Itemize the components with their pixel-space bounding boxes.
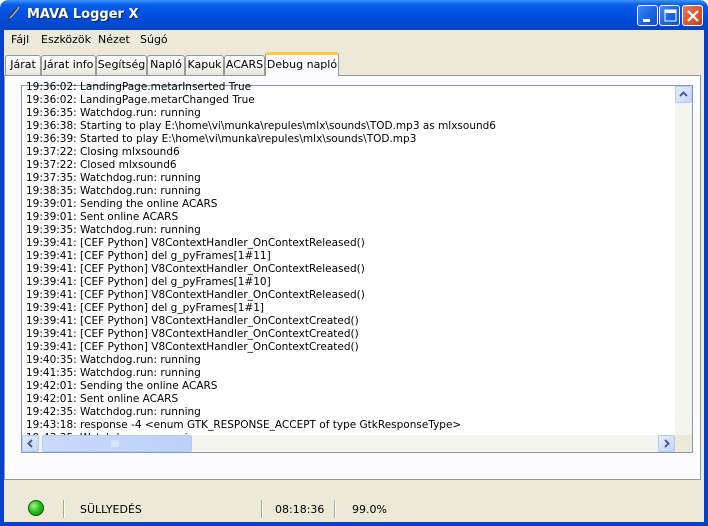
log-line: 19:39:41: [CEF Python] V8ContextHandler_… (26, 341, 359, 353)
log-line: 19:37:22: Closing mlxsound6 (26, 146, 180, 158)
connection-led-icon (28, 500, 44, 516)
log-lines: 19:36:02: LandingPage.metarInserted True… (26, 81, 666, 444)
tab-debug-naplo[interactable]: Debug napló (265, 52, 339, 76)
status-bar: SÜLLYEDÉS 08:18:36 99.0% (4, 495, 704, 522)
log-line: 19:41:35: Watchdog.run: running (26, 367, 201, 379)
close-icon (687, 10, 699, 22)
tab-jarat-info[interactable]: Járat info (41, 55, 96, 75)
log-line: 19:39:41: [CEF Python] V8ContextHandler_… (26, 315, 359, 327)
close-button[interactable] (682, 5, 703, 26)
log-line: 19:39:35: Watchdog.run: running (26, 224, 201, 236)
log-line: 19:42:01: Sending the online ACARS (26, 380, 218, 392)
feather-icon (6, 6, 22, 22)
window-frame-bottom (0, 522, 708, 526)
log-line: 19:39:01: Sent online ACARS (26, 211, 179, 223)
log-line: 19:36:39: Started to play E:\home\vi\mun… (26, 133, 417, 145)
title-bar[interactable]: MAVA Logger X (0, 0, 708, 30)
log-line: 19:37:35: Watchdog.run: running (26, 172, 201, 184)
horizontal-scroll-thumb[interactable] (42, 435, 192, 452)
menu-help[interactable]: Súgó (140, 33, 168, 46)
status-separator (261, 500, 262, 518)
status-separator (334, 500, 335, 518)
log-line: 19:39:41: [CEF Python] del g_pyFrames[1#… (26, 276, 271, 288)
maximize-icon (664, 9, 677, 22)
app-window: MAVA Logger X Fájl Eszközök Nézet Súgó J… (0, 0, 708, 526)
log-line: 19:36:02: LandingPage.metarChanged True (26, 94, 255, 106)
log-line: 19:39:01: Sending the online ACARS (26, 198, 218, 210)
log-line: 19:39:41: [CEF Python] del g_pyFrames[1#… (26, 302, 265, 314)
log-line: 19:39:41: [CEF Python] V8ContextHandler_… (26, 328, 359, 340)
log-line: 19:42:01: Sent online ACARS (26, 393, 179, 405)
tab-kapuk[interactable]: Kapuk (185, 55, 224, 75)
window-title: MAVA Logger X (27, 7, 139, 22)
chevron-up-icon (679, 91, 688, 97)
log-line: 19:36:02: LandingPage.metarInserted True (26, 81, 252, 93)
scroll-left-button[interactable] (22, 435, 39, 452)
status-time: 08:18:36 (275, 503, 325, 516)
vertical-scrollbar[interactable] (675, 86, 692, 440)
tab-naplo[interactable]: Napló (147, 55, 185, 75)
log-line: 19:39:41: [CEF Python] del g_pyFrames[1#… (26, 250, 271, 262)
chevron-left-icon (27, 439, 33, 448)
menu-file[interactable]: Fájl (11, 33, 29, 46)
status-separator (63, 500, 64, 518)
flight-stage: SÜLLYEDÉS (80, 503, 142, 516)
tab-acars[interactable]: ACARS (224, 55, 265, 75)
log-line: 19:39:41: [CEF Python] V8ContextHandler_… (26, 263, 365, 275)
log-line: 19:39:41: [CEF Python] V8ContextHandler_… (26, 237, 365, 249)
tab-panel-debug: 19:36:02: LandingPage.metarInserted True… (4, 75, 701, 480)
minimize-icon (643, 19, 650, 22)
log-line: 19:39:41: [CEF Python] V8ContextHandler_… (26, 289, 365, 301)
status-percent: 99.0% (352, 503, 387, 516)
log-line: 19:40:35: Watchdog.run: running (26, 354, 201, 366)
menu-bar: Fájl Eszközök Nézet Súgó (4, 30, 704, 49)
log-line: 19:36:35: Watchdog.run: running (26, 107, 201, 119)
window-frame-right (704, 30, 708, 526)
log-line: 19:37:22: Closed mlxsound6 (26, 159, 177, 171)
tab-jarat[interactable]: Járat (5, 55, 41, 75)
scroll-corner (675, 435, 692, 452)
log-line: 19:42:35: Watchdog.run: running (26, 406, 201, 418)
log-line: 19:36:38: Starting to play E:\home\vi\mu… (26, 120, 496, 132)
grip-icon (111, 440, 119, 447)
scroll-up-button[interactable] (675, 86, 692, 103)
scroll-right-button[interactable] (658, 435, 675, 452)
chevron-right-icon (664, 439, 670, 448)
tab-strip: Járat Járat info Segítség Napló Kapuk AC… (4, 52, 704, 76)
menu-view[interactable]: Nézet (98, 33, 130, 46)
minimize-button[interactable] (637, 5, 658, 26)
log-line: 19:38:35: Watchdog.run: running (26, 185, 201, 197)
menu-tools[interactable]: Eszközök (41, 33, 91, 46)
log-line: 19:43:18: response -4 <enum GTK_RESPONSE… (26, 419, 462, 431)
debug-log-textview[interactable]: 19:36:02: LandingPage.metarInserted True… (21, 81, 693, 453)
horizontal-scrollbar[interactable] (22, 435, 675, 452)
tab-segitseg[interactable]: Segítség (96, 55, 147, 75)
maximize-button[interactable] (659, 5, 680, 26)
